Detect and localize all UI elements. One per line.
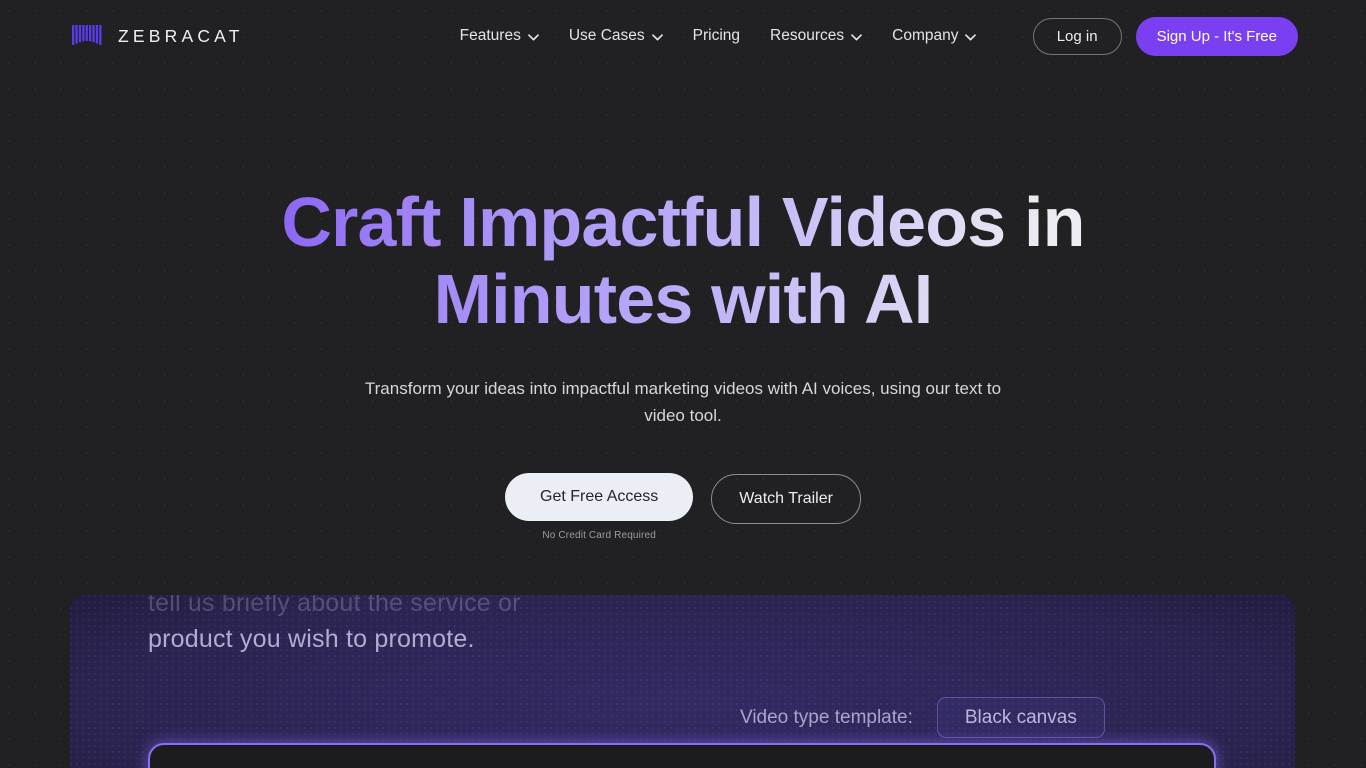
nav-item-label: Resources xyxy=(770,27,845,45)
hero-cta-row: Get Free Access No Credit Card Required … xyxy=(0,473,1366,541)
nav-item-use-cases[interactable]: Use Cases xyxy=(569,28,663,44)
get-free-access-button[interactable]: Get Free Access xyxy=(505,473,694,521)
headline-line-1: Craft Impactful Videos in xyxy=(281,183,1085,261)
hero-section: Craft Impactful Videos in Minutes with A… xyxy=(0,72,1366,541)
page-title: Craft Impactful Videos in Minutes with A… xyxy=(0,184,1366,338)
header-auth-actions: Log in Sign Up - It's Free xyxy=(1032,16,1298,56)
nav-item-pricing[interactable]: Pricing xyxy=(693,28,740,44)
video-type-template-row: Video type template: Black canvas xyxy=(740,697,1105,738)
primary-cta-group: Get Free Access No Credit Card Required xyxy=(505,473,694,541)
nav-item-company[interactable]: Company xyxy=(892,27,977,45)
nav-item-label: Company xyxy=(892,27,959,45)
main-nav: Features Use Cases Pricing Resources Com… xyxy=(460,28,977,44)
video-type-template-label: Video type template: xyxy=(740,706,913,728)
preview-clipped-text: tell us briefly about the service or xyxy=(148,595,521,617)
nav-item-features[interactable]: Features xyxy=(460,28,539,44)
prompt-input[interactable] xyxy=(148,743,1216,768)
chevron-down-icon xyxy=(527,33,539,40)
chevron-down-icon xyxy=(965,33,977,40)
nav-item-resources[interactable]: Resources xyxy=(770,28,862,44)
zebracat-bars-logo-icon xyxy=(72,25,102,45)
watch-trailer-button[interactable]: Watch Trailer xyxy=(711,474,861,524)
chevron-down-icon xyxy=(651,33,663,40)
signup-button[interactable]: Sign Up - It's Free xyxy=(1135,16,1298,56)
nav-item-label: Features xyxy=(459,27,521,45)
brand-logo[interactable]: ZEBRACAT xyxy=(72,21,244,51)
landing-page: ZEBRACAT Features Use Cases Pricing Reso… xyxy=(0,0,1366,768)
login-button[interactable]: Log in xyxy=(1032,17,1122,55)
headline-line-2: Minutes with AI xyxy=(433,260,933,338)
video-type-template-value[interactable]: Black canvas xyxy=(936,697,1105,738)
brand-name: ZEBRACAT xyxy=(118,25,244,46)
nav-item-label: Use Cases xyxy=(568,27,645,45)
product-preview-panel: tell us briefly about the service or pro… xyxy=(70,595,1295,768)
chevron-down-icon xyxy=(851,33,862,40)
no-credit-card-note: No Credit Card Required xyxy=(542,530,656,541)
site-header: ZEBRACAT Features Use Cases Pricing Reso… xyxy=(0,0,1366,72)
hero-subtitle: Transform your ideas into impactful mark… xyxy=(364,379,1002,425)
nav-item-label: Pricing xyxy=(692,27,741,45)
preview-instruction-text: product you wish to promote. xyxy=(148,625,475,653)
